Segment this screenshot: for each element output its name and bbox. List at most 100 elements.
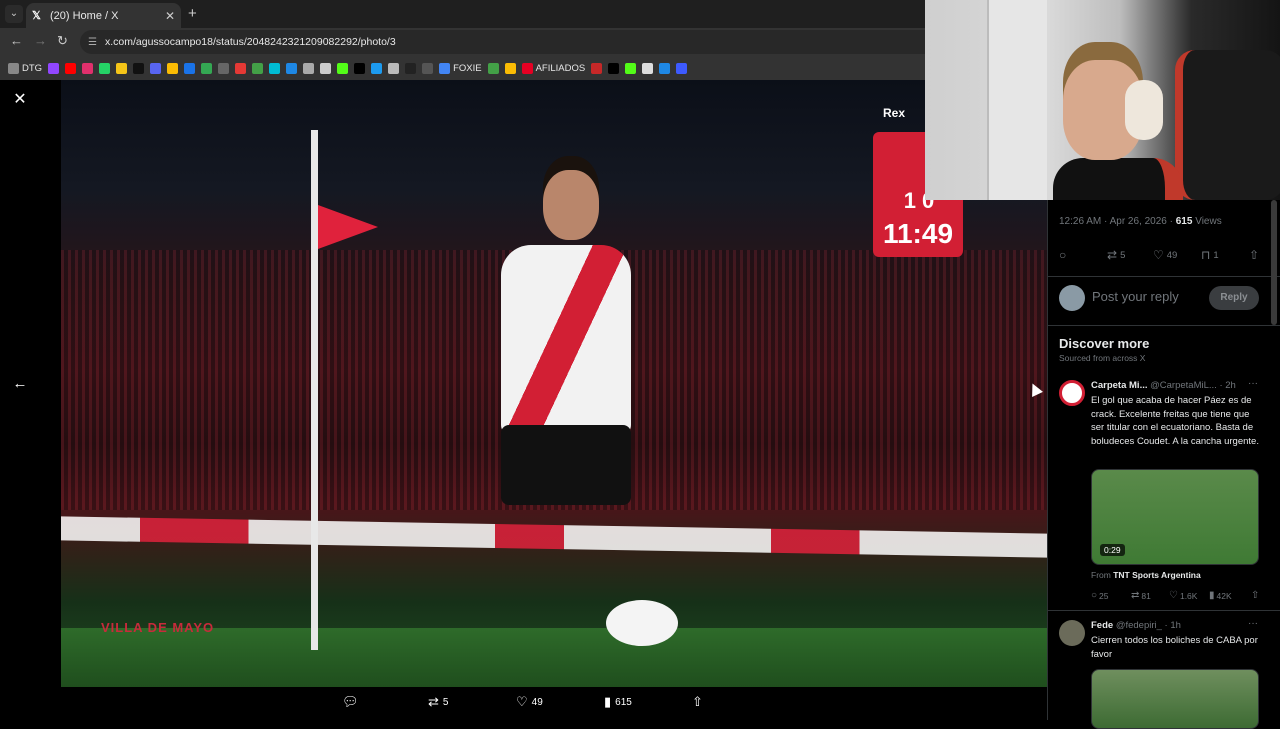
browser-tab[interactable]: 𝕏 (20) Home / X ✕ [26, 3, 181, 28]
post-text: Cierren todos los boliches de CABA por f… [1091, 635, 1258, 660]
post-text: El gol que acaba de hacer Páez es de cra… [1091, 395, 1259, 447]
photo-scoreboard-brand: Rex [883, 106, 906, 120]
post-like-button[interactable]: ♡ 49 [1153, 248, 1177, 262]
bookmark-item[interactable] [116, 62, 128, 74]
post-author-name[interactable]: Carpeta Mi... [1091, 380, 1148, 391]
more-options-icon[interactable]: ··· [1248, 618, 1258, 629]
retweet-count: 5 [442, 696, 449, 708]
bookmark-favicon-icon [642, 62, 654, 74]
bookmark-item[interactable] [676, 62, 688, 74]
bookmark-favicon-icon [82, 62, 94, 74]
bookmark-item[interactable] [286, 62, 298, 74]
bookmark-item[interactable] [65, 62, 77, 74]
discover-subtitle: Sourced from across X [1059, 353, 1146, 363]
bookmark-item[interactable] [659, 62, 671, 74]
photo-corner-flagpole [311, 130, 318, 650]
bookmark-item[interactable] [201, 62, 213, 74]
share-icon: ⇧ [1251, 590, 1260, 601]
like-button[interactable]: ♡ 49 [516, 694, 543, 710]
new-tab-button[interactable]: + [188, 5, 197, 22]
bookmark-item[interactable] [354, 62, 366, 74]
post-views-button[interactable]: ▮ 42K [1209, 590, 1232, 601]
bookmark-favicon-icon [676, 62, 688, 74]
post-reply-button[interactable]: ○ 25 [1091, 590, 1109, 601]
post-share-button[interactable]: ⇧ [1251, 590, 1261, 601]
bookmark-item[interactable] [303, 62, 315, 74]
post-share-button[interactable]: ⇧ [1249, 248, 1262, 262]
bookmark-item[interactable] [504, 62, 516, 74]
bookmark-item[interactable] [422, 62, 434, 74]
post-bookmark-button[interactable]: ⊓ 1 [1201, 248, 1219, 262]
reply-submit-button[interactable]: Reply [1209, 286, 1259, 310]
bookmark-favicon-icon [320, 62, 332, 74]
avatar[interactable] [1059, 380, 1085, 406]
close-tab-icon[interactable]: ✕ [165, 9, 175, 23]
webcam-overlay [925, 0, 1280, 200]
retweet-button[interactable]: ⇄ 5 [428, 694, 448, 710]
more-options-icon[interactable]: ··· [1248, 378, 1258, 389]
bookmark-item[interactable] [218, 62, 230, 74]
media-thumbnail[interactable] [1091, 669, 1259, 729]
forward-icon[interactable]: → [34, 33, 47, 48]
bookmark-item[interactable] [608, 62, 620, 74]
bookmark-item[interactable] [252, 62, 264, 74]
webcam-headset [1125, 80, 1163, 140]
bookmark-label: AFILIADOS [535, 62, 586, 74]
bookmark-item[interactable] [167, 62, 179, 74]
url-text: x.com/agussocampo18/status/2048242321209… [104, 36, 396, 48]
bookmark-item[interactable] [642, 62, 654, 74]
views-button[interactable]: ▮ 615 [604, 694, 632, 710]
bookmark-item[interactable] [133, 62, 145, 74]
site-info-icon[interactable]: ☰ [88, 37, 97, 48]
bookmark-favicon-icon [252, 62, 264, 74]
bookmark-item[interactable] [337, 62, 349, 74]
previous-photo-icon[interactable]: ← [10, 374, 30, 394]
photo-corner-flag [318, 205, 378, 249]
reload-icon[interactable]: ↻ [57, 33, 68, 49]
video-thumbnail[interactable]: 0:29 [1091, 469, 1259, 565]
back-icon[interactable]: ← [10, 33, 23, 48]
bookmark-favicon-icon [201, 62, 213, 74]
post-retweet-button[interactable]: ⇄ 81 [1131, 590, 1151, 601]
bookmark-item[interactable] [48, 62, 60, 74]
bookmark-item[interactable] [99, 62, 111, 74]
bookmark-favicon-icon [405, 62, 417, 74]
divider [1048, 610, 1280, 611]
video-source-name[interactable]: TNT Sports Argentina [1113, 570, 1201, 580]
bookmark-item[interactable] [82, 62, 94, 74]
post-like-button[interactable]: ♡ 1.6K [1169, 590, 1197, 601]
bookmark-item[interactable] [388, 62, 400, 74]
bookmark-item[interactable] [625, 62, 637, 74]
bookmark-favicon-icon [167, 62, 179, 74]
post-views-label: Views [1192, 216, 1222, 227]
close-icon[interactable]: ✕ [10, 90, 30, 110]
scrollbar[interactable] [1271, 200, 1277, 325]
bookmark-item[interactable] [405, 62, 417, 74]
address-bar[interactable]: ☰ x.com/agussocampo18/status/20482423212… [80, 30, 940, 54]
share-button[interactable]: ⇧ [692, 694, 707, 710]
reply-input[interactable]: Post your reply [1092, 289, 1179, 304]
post-author-name[interactable]: Fede [1091, 620, 1113, 631]
bookmark-favicon-icon [218, 62, 230, 74]
bookmark-item[interactable] [320, 62, 332, 74]
bookmark-item[interactable]: FOXIE [439, 62, 482, 74]
bookmark-item[interactable] [184, 62, 196, 74]
avatar[interactable] [1059, 620, 1085, 646]
bookmark-item[interactable] [591, 62, 603, 74]
photo-player-head [543, 170, 599, 240]
views-count: 42K [1216, 590, 1232, 601]
photo-scoreboard-clock: 11:49 [882, 218, 954, 249]
tab-search-button[interactable]: ⌄ [5, 5, 23, 23]
bookmark-item[interactable] [371, 62, 383, 74]
bookmark-item[interactable] [235, 62, 247, 74]
bookmark-item[interactable]: DTG [8, 62, 42, 74]
bookmark-item[interactable] [150, 62, 162, 74]
bookmark-item[interactable]: AFILIADOS [521, 62, 586, 74]
reply-button[interactable]: 💬︎ [342, 694, 363, 710]
post-reply-button[interactable]: ○ [1059, 248, 1069, 262]
post-retweet-button[interactable]: ⇄ 5 [1107, 248, 1125, 262]
bookmark-item[interactable] [487, 62, 499, 74]
video-duration: 0:29 [1100, 544, 1125, 556]
reply-icon: ○ [1091, 590, 1098, 601]
bookmark-item[interactable] [269, 62, 281, 74]
